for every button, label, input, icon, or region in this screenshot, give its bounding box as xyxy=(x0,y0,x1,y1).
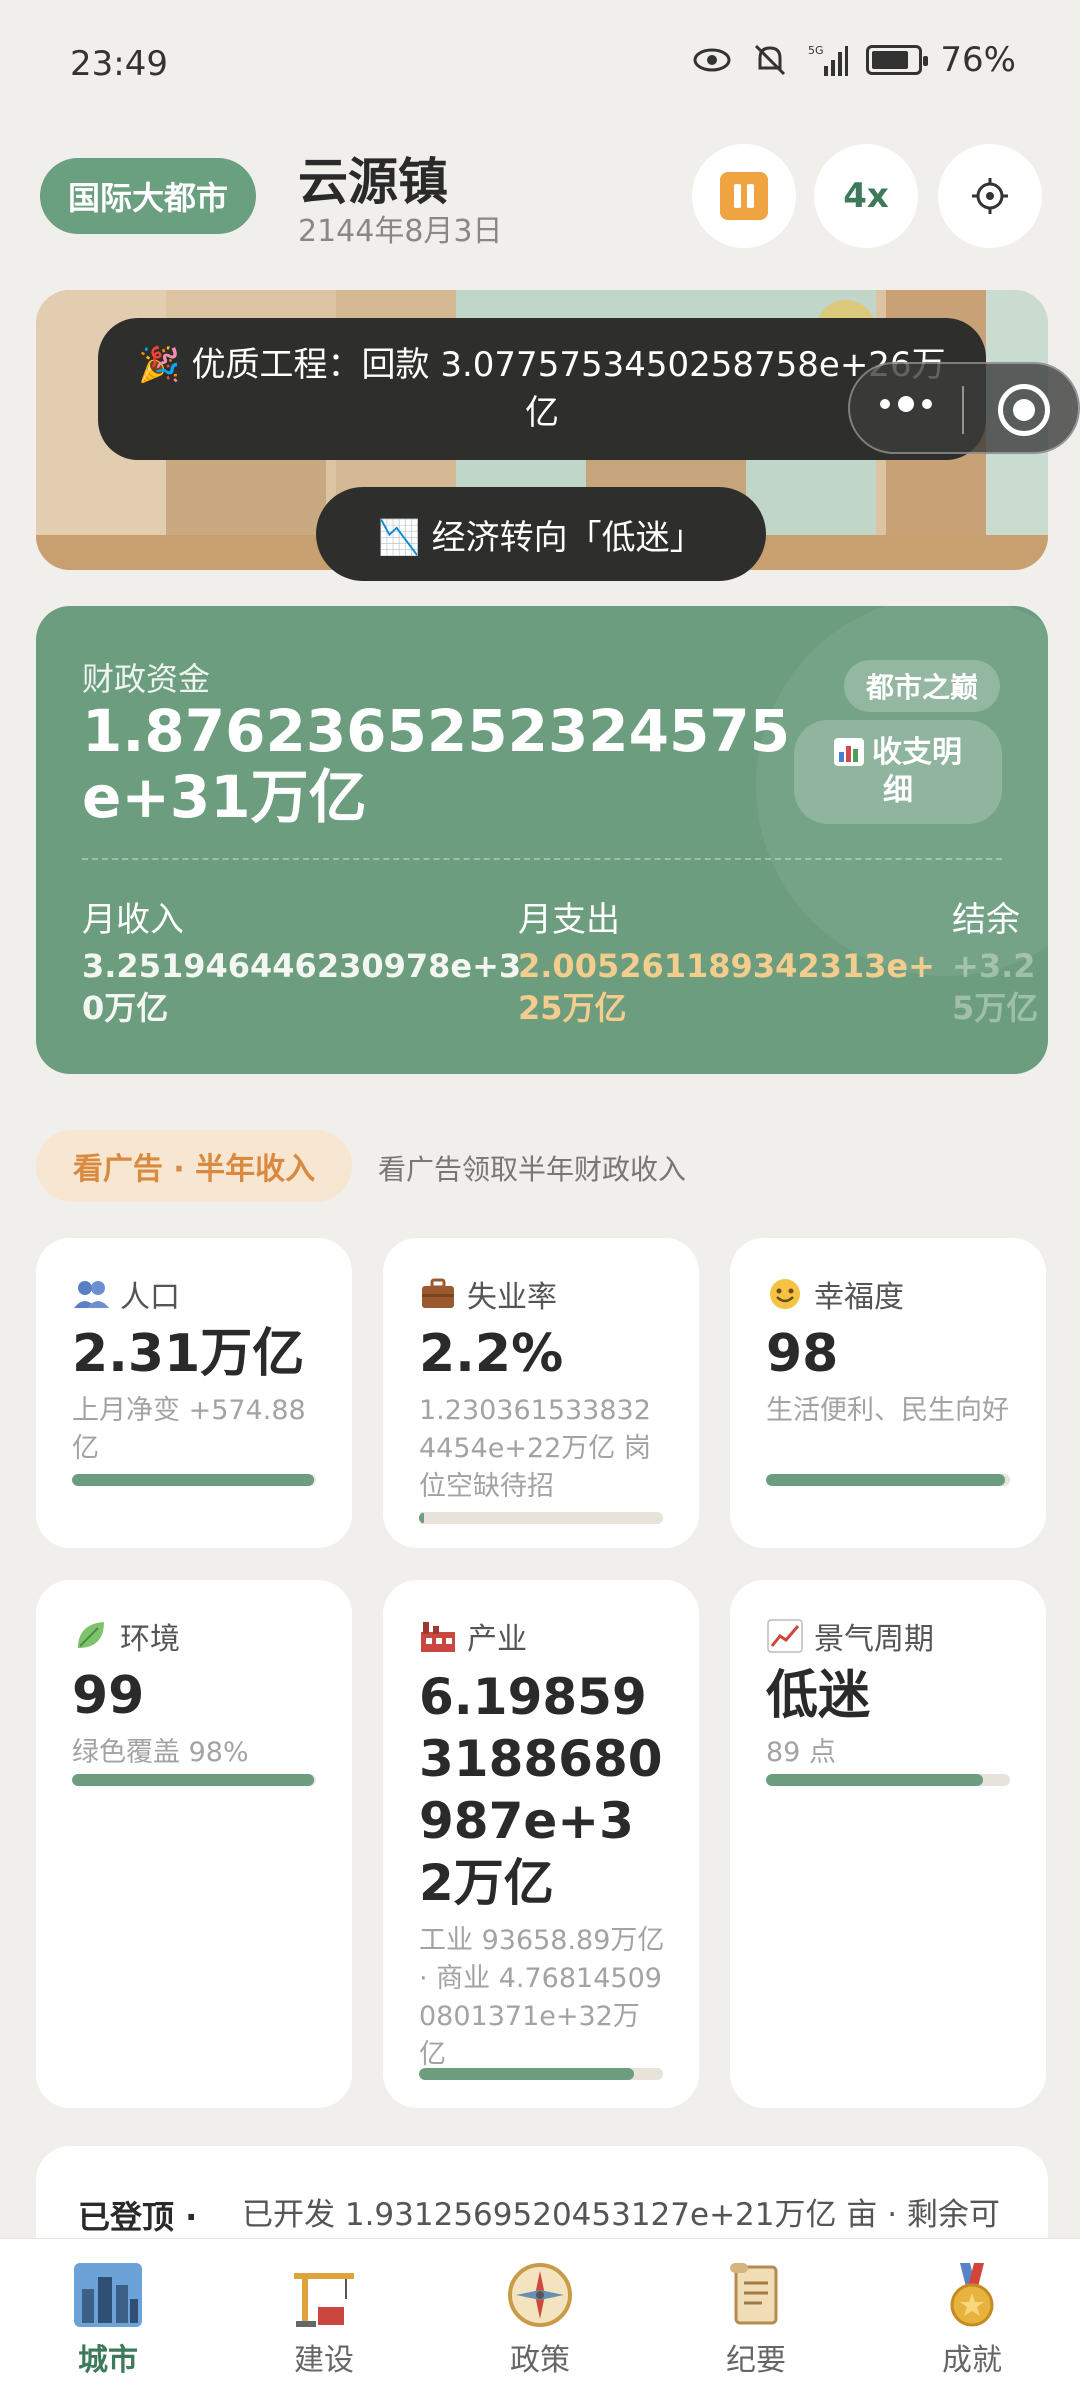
tab-policy[interactable]: 政策 xyxy=(432,2239,648,2398)
tab-notes[interactable]: 纪要 xyxy=(648,2239,864,2398)
tier-badge: 都市之巅 xyxy=(844,660,1001,712)
tab-city[interactable]: 城市 xyxy=(0,2239,216,2398)
miniprogram-capsule xyxy=(848,362,1080,454)
crane-icon xyxy=(294,2273,354,2327)
industry-value: 6.198593188680987e+32万亿 xyxy=(419,1668,663,1912)
tab-build[interactable]: 建设 xyxy=(216,2239,432,2398)
industry-sub: 工业 93658.89万亿 · 商业 4.768145090801371e+32… xyxy=(419,1925,665,2070)
unemployment-card[interactable]: 失业率 2.2% 1.2303615338324454e+22万亿 岗位空缺待招 xyxy=(383,1238,699,1548)
income-label: 月收入 xyxy=(82,900,184,940)
close-miniprogram-button[interactable] xyxy=(998,384,1050,436)
expense-label: 月支出 xyxy=(518,900,620,940)
environment-card[interactable]: 环境 99 绿色覆盖 98% xyxy=(36,1580,352,2108)
battery-level: 76% xyxy=(940,40,1016,80)
environment-title: 环境 xyxy=(120,1622,180,1657)
expense-value: 2.005261189342313e+25万亿 xyxy=(518,947,935,1027)
medal-icon xyxy=(950,2263,994,2327)
land-status-text: 已开发 1.9312569520453127e+21万亿 亩 · 剩余可 xyxy=(242,2197,1000,2233)
cycle-card[interactable]: 景气周期 低迷 89 点 xyxy=(730,1580,1046,2108)
more-button[interactable] xyxy=(880,396,932,412)
unemployment-bar xyxy=(419,1512,663,1524)
eye-icon xyxy=(693,48,731,72)
industry-bar xyxy=(419,2068,663,2080)
monthly-expense: 月支出 2.005261189342313e+25万亿 xyxy=(518,892,938,1029)
unemployment-title: 失业率 xyxy=(467,1280,557,1315)
leaf-icon xyxy=(78,1622,104,1648)
happiness-card[interactable]: 幸福度 98 生活便利、民生向好 xyxy=(730,1238,1046,1548)
monthly-income: 月收入 3.251946446230978e+30万亿 xyxy=(82,892,542,1029)
gear-icon xyxy=(972,178,1008,214)
balance-value: +3.25万亿 xyxy=(952,947,1039,1027)
bottom-tab-bar: 城市 建设 政策 纪要 成就 xyxy=(0,2238,1080,2398)
balance-label: 结余 xyxy=(952,900,1020,940)
unemployment-value: 2.2% xyxy=(419,1324,564,1384)
briefcase-icon xyxy=(422,1278,454,1308)
happiness-value: 98 xyxy=(766,1324,839,1384)
city-tier-badge[interactable]: 国际大都市 xyxy=(40,158,257,234)
population-sub: 上月净变 +574.88亿 xyxy=(72,1395,306,1464)
environment-value: 99 xyxy=(72,1666,145,1726)
population-title: 人口 xyxy=(120,1280,180,1315)
population-bar xyxy=(72,1474,316,1486)
smile-icon xyxy=(770,1279,800,1309)
treasury-label: 财政资金 xyxy=(82,660,211,698)
finance-detail-button[interactable]: 收支明细 xyxy=(794,720,1002,824)
environment-sub: 绿色覆盖 98% xyxy=(72,1737,249,1768)
pause-icon xyxy=(720,172,768,220)
tab-notes-label: 纪要 xyxy=(726,2343,786,2378)
happiness-bar xyxy=(766,1474,1010,1486)
cycle-sub: 89 点 xyxy=(766,1737,836,1768)
factory-icon xyxy=(421,1622,455,1652)
tab-city-label: 城市 xyxy=(78,2343,138,2378)
industry-card[interactable]: 产业 6.198593188680987e+32万亿 工业 93658.89万亿… xyxy=(383,1580,699,2108)
treasury-value: 1.8762365252324575e+31万亿 xyxy=(82,697,791,831)
cycle-value: 低迷 xyxy=(766,1666,871,1726)
people-icon xyxy=(74,1281,109,1308)
bar-chart-icon xyxy=(834,738,864,766)
tab-achievements[interactable]: 成就 xyxy=(864,2239,1080,2398)
compass-icon xyxy=(508,2263,572,2327)
income-value: 3.251946446230978e+30万亿 xyxy=(82,947,522,1027)
happiness-sub: 生活便利、民生向好 xyxy=(766,1395,1009,1426)
economy-toast: 📉 经济转向「低迷」 xyxy=(316,487,766,581)
signal-icon: 5G xyxy=(808,44,849,76)
bell-off-icon xyxy=(755,44,786,76)
population-card[interactable]: 人口 2.31万亿 上月净变 +574.88亿 xyxy=(36,1238,352,1548)
land-status-title: 已登顶 · xyxy=(78,2198,198,2236)
unemployment-sub: 1.2303615338324454e+22万亿 岗位空缺待招 xyxy=(419,1395,651,1502)
finance-detail-label: 收支明细 xyxy=(872,735,962,808)
pause-button[interactable] xyxy=(692,144,796,248)
cycle-bar xyxy=(766,1774,1010,1786)
settings-button[interactable] xyxy=(938,144,1042,248)
town-name: 云源镇 xyxy=(298,153,448,211)
happiness-title: 幸福度 xyxy=(814,1280,904,1315)
monthly-balance: 结余 +3.25万亿 xyxy=(952,892,1048,1029)
game-date: 2144年8月3日 xyxy=(298,214,503,249)
speed-label: 4x xyxy=(843,176,889,216)
status-icons: 5G 76% xyxy=(692,40,1016,80)
status-bar: 23:49 5G 76% xyxy=(0,0,1080,130)
network-type: 5G xyxy=(808,44,824,57)
city-icon xyxy=(74,2263,142,2327)
status-time: 23:49 xyxy=(70,44,168,84)
tab-policy-label: 政策 xyxy=(510,2343,570,2378)
cycle-title: 景气周期 xyxy=(814,1622,934,1657)
population-value: 2.31万亿 xyxy=(72,1324,305,1384)
industry-title: 产业 xyxy=(467,1622,527,1657)
header: 国际大都市 云源镇 2144年8月3日 4x xyxy=(0,140,1080,280)
finance-card: 财政资金 1.8762365252324575e+31万亿 都市之巅 收支明细 … xyxy=(36,606,1048,1074)
watch-ad-button[interactable]: 看广告 · 半年收入 xyxy=(36,1130,352,1202)
environment-bar xyxy=(72,1774,316,1786)
speed-button[interactable]: 4x xyxy=(814,144,918,248)
scroll-icon xyxy=(730,2263,778,2325)
battery-icon xyxy=(866,45,929,75)
tab-build-label: 建设 xyxy=(294,2343,354,2378)
finance-divider xyxy=(82,858,1002,860)
trend-chart-icon xyxy=(767,1619,803,1653)
ad-description: 看广告领取半年财政收入 xyxy=(378,1153,687,1186)
tab-achievements-label: 成就 xyxy=(942,2343,1002,2378)
